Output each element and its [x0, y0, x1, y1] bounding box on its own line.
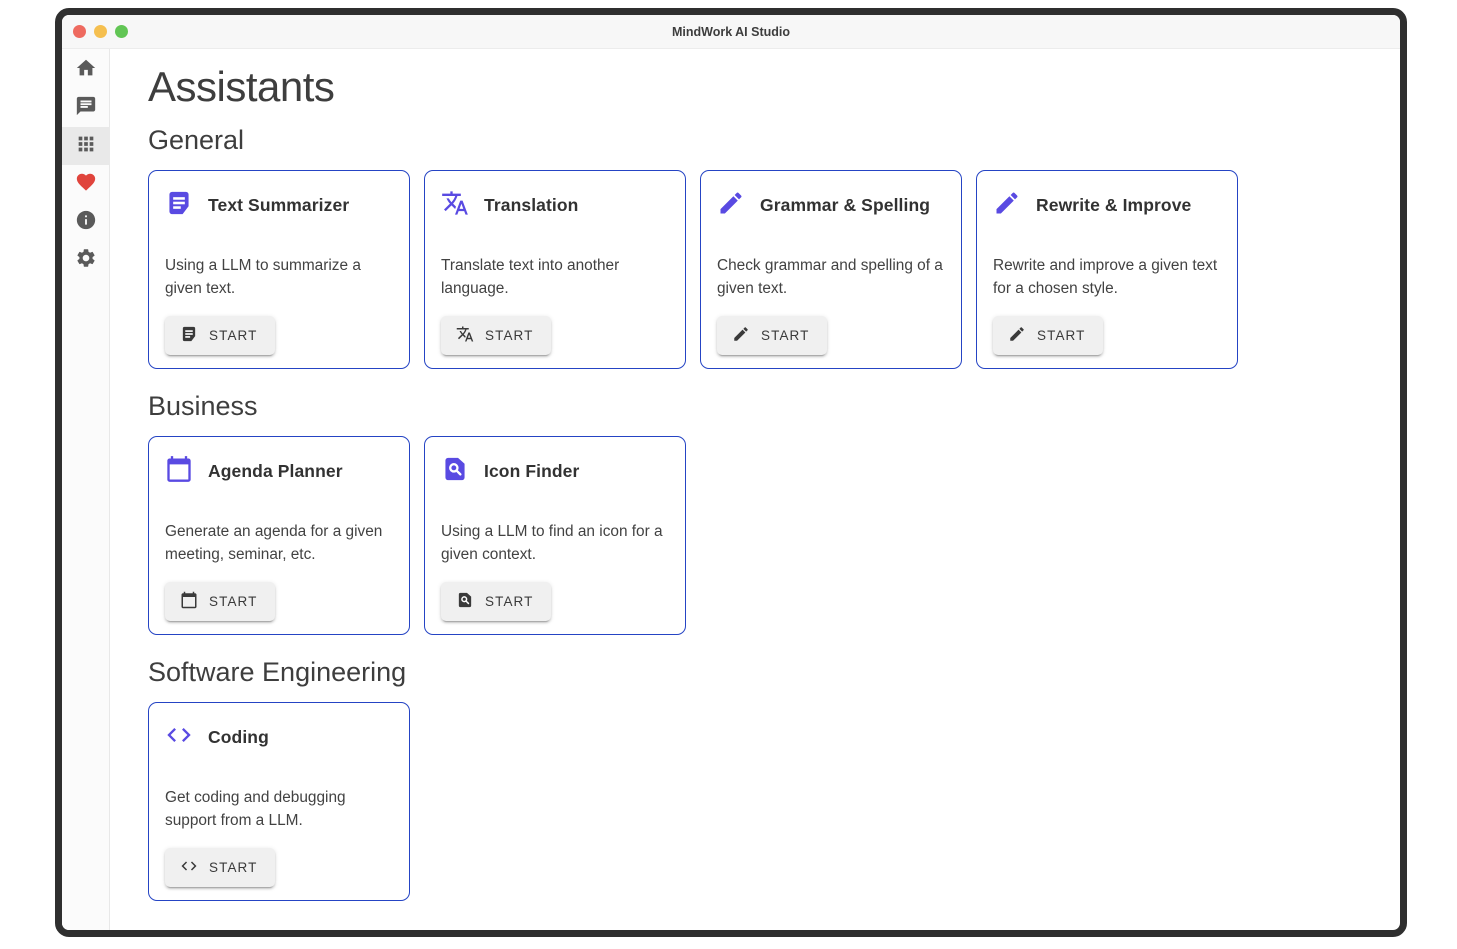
- sidebar-item-about[interactable]: [62, 203, 110, 241]
- pencil-icon: [717, 189, 745, 222]
- card-row-business: Agenda Planner Generate an agenda for a …: [148, 436, 1400, 635]
- sidebar-item-assistants[interactable]: [62, 127, 110, 165]
- card-title: Grammar & Spelling: [760, 195, 930, 216]
- sidebar-item-settings[interactable]: [62, 241, 110, 279]
- card-title: Text Summarizer: [208, 195, 349, 216]
- minimize-window-button[interactable]: [94, 25, 107, 38]
- close-window-button[interactable]: [73, 25, 86, 38]
- card-description: Get coding and debugging support from a …: [165, 787, 393, 832]
- assistant-card-icon-finder: Icon Finder Using a LLM to find an icon …: [424, 436, 686, 635]
- sidebar-item-favorites[interactable]: [62, 165, 110, 203]
- code-icon: [165, 721, 193, 754]
- card-description: Using a LLM to summarize a given text.: [165, 255, 393, 300]
- start-agenda-planner-button[interactable]: START: [165, 582, 275, 621]
- window-controls: [73, 15, 128, 48]
- card-title: Coding: [208, 727, 269, 748]
- card-description: Generate an agenda for a given meeting, …: [165, 521, 393, 566]
- assistant-card-translation: Translation Translate text into another …: [424, 170, 686, 369]
- start-button-label: START: [485, 328, 534, 343]
- home-icon: [75, 57, 97, 84]
- start-translation-button[interactable]: START: [441, 316, 551, 355]
- start-rewrite-improve-button[interactable]: START: [993, 316, 1103, 355]
- document-icon: [165, 189, 193, 222]
- titlebar: MindWork AI Studio: [62, 15, 1400, 49]
- pencil-icon: [1008, 325, 1026, 346]
- start-button-label: START: [761, 328, 810, 343]
- assistant-card-grammar-spelling: Grammar & Spelling Check grammar and spe…: [700, 170, 962, 369]
- card-title: Icon Finder: [484, 461, 579, 482]
- start-button-label: START: [209, 594, 258, 609]
- assistant-card-text-summarizer: Text Summarizer Using a LLM to summarize…: [148, 170, 410, 369]
- card-title: Rewrite & Improve: [1036, 195, 1191, 216]
- card-title: Agenda Planner: [208, 461, 343, 482]
- start-button-label: START: [209, 860, 258, 875]
- main-content: Assistants General Text Summarizer Using…: [110, 49, 1400, 930]
- sidebar-item-home[interactable]: [62, 51, 110, 89]
- start-icon-finder-button[interactable]: START: [441, 582, 551, 621]
- start-button-label: START: [485, 594, 534, 609]
- calendar-icon: [180, 591, 198, 612]
- apps-grid-icon: [75, 133, 97, 160]
- info-icon: [75, 209, 97, 236]
- assistant-card-agenda-planner: Agenda Planner Generate an agenda for a …: [148, 436, 410, 635]
- card-description: Rewrite and improve a given text for a c…: [993, 255, 1221, 300]
- start-coding-button[interactable]: START: [165, 848, 275, 887]
- card-description: Check grammar and spelling of a given te…: [717, 255, 945, 300]
- assistant-card-rewrite-improve: Rewrite & Improve Rewrite and improve a …: [976, 170, 1238, 369]
- start-button-label: START: [209, 328, 258, 343]
- translate-icon: [441, 189, 469, 222]
- sidebar-item-chats[interactable]: [62, 89, 110, 127]
- calendar-icon: [165, 455, 193, 488]
- pencil-icon: [993, 189, 1021, 222]
- card-title: Translation: [484, 195, 578, 216]
- start-grammar-spelling-button[interactable]: START: [717, 316, 827, 355]
- section-title-business: Business: [148, 391, 1400, 422]
- card-description: Translate text into another language.: [441, 255, 669, 300]
- section-title-general: General: [148, 125, 1400, 156]
- chat-icon: [75, 95, 97, 122]
- section-title-software-engineering: Software Engineering: [148, 657, 1400, 688]
- card-row-general: Text Summarizer Using a LLM to summarize…: [148, 170, 1400, 369]
- icon-search-icon: [441, 455, 469, 488]
- pencil-icon: [732, 325, 750, 346]
- start-text-summarizer-button[interactable]: START: [165, 316, 275, 355]
- translate-icon: [456, 325, 474, 346]
- card-description: Using a LLM to find an icon for a given …: [441, 521, 669, 566]
- document-icon: [180, 325, 198, 346]
- code-icon: [180, 857, 198, 878]
- start-button-label: START: [1037, 328, 1086, 343]
- zoom-window-button[interactable]: [115, 25, 128, 38]
- assistant-card-coding: Coding Get coding and debugging support …: [148, 702, 410, 901]
- gear-icon: [75, 247, 97, 274]
- app-window: MindWork AI Studio Assistants: [55, 8, 1407, 937]
- page-title: Assistants: [148, 63, 1400, 111]
- sidebar: [62, 49, 110, 930]
- heart-icon: [75, 171, 97, 198]
- card-row-software-engineering: Coding Get coding and debugging support …: [148, 702, 1400, 901]
- window-title: MindWork AI Studio: [672, 25, 790, 39]
- icon-search-icon: [456, 591, 474, 612]
